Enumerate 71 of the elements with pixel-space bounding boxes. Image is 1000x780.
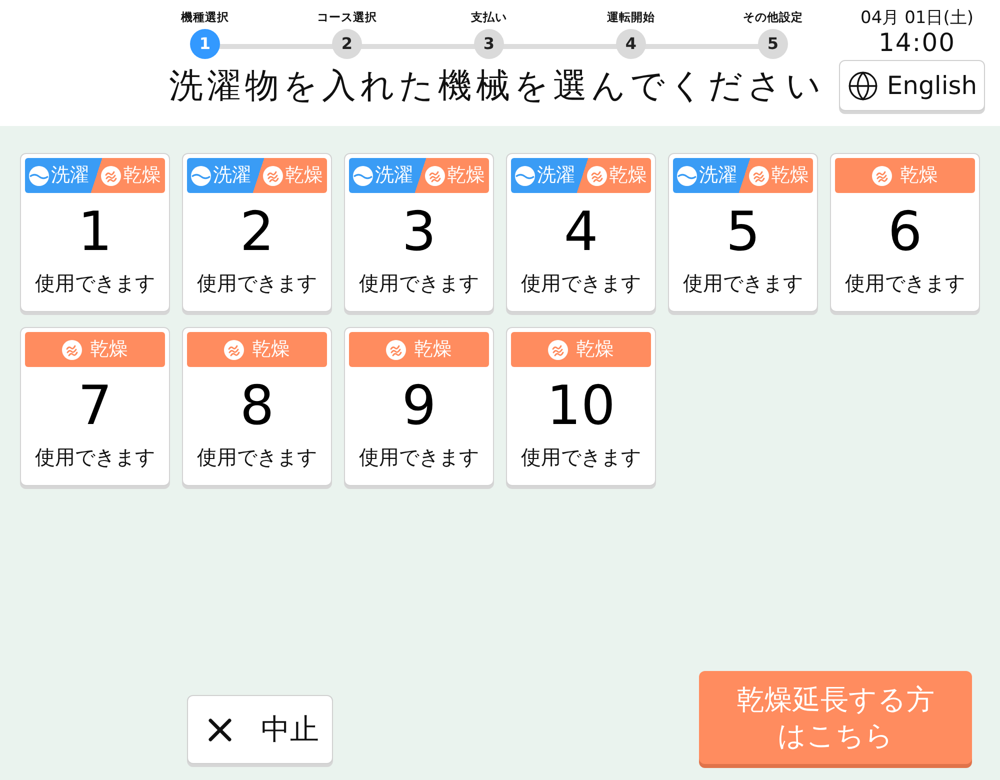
- globe-icon: [846, 70, 879, 102]
- heat-icon: [587, 166, 607, 186]
- wash-label: 洗濯: [375, 166, 413, 185]
- machine-number: 6: [886, 205, 924, 259]
- date-text: 04月 01日(土): [860, 8, 974, 28]
- machine-card[interactable]: 洗濯 乾燥 1 使用できます: [20, 153, 170, 312]
- machine-number: 7: [76, 379, 114, 433]
- heat-icon: [548, 340, 568, 360]
- machine-status: 使用できます: [682, 271, 804, 295]
- machine-card[interactable]: 洗濯 乾燥 3 使用できます: [344, 153, 494, 312]
- machine-card[interactable]: 洗濯 乾燥 5 使用できます: [668, 153, 818, 312]
- machine-card[interactable]: 乾燥 7 使用できます: [20, 327, 170, 486]
- cancel-button[interactable]: 中止: [187, 695, 333, 764]
- machine-number: 2: [238, 205, 276, 259]
- machine-card[interactable]: 洗濯 乾燥 2 使用できます: [182, 153, 332, 312]
- step-label: コース選択: [317, 9, 377, 25]
- dry-label: 乾燥: [447, 166, 485, 185]
- dry-label: 乾燥: [900, 166, 938, 185]
- step-label: その他設定: [743, 9, 803, 25]
- machine-card[interactable]: 乾燥 8 使用できます: [182, 327, 332, 486]
- wash-label: 洗濯: [213, 166, 251, 185]
- dry-label: 乾燥: [252, 340, 290, 359]
- wave-icon: [29, 166, 49, 186]
- heat-icon: [224, 340, 244, 360]
- machine-number: 4: [562, 205, 600, 259]
- machine-card[interactable]: 洗濯 乾燥 4 使用できます: [506, 153, 656, 312]
- dry-label: 乾燥: [576, 340, 614, 359]
- dry-label: 乾燥: [771, 166, 809, 185]
- dry-label: 乾燥: [90, 340, 128, 359]
- dry-label: 乾燥: [414, 340, 452, 359]
- machine-number: 10: [546, 379, 616, 433]
- wave-icon: [515, 166, 535, 186]
- heat-icon: [872, 166, 892, 186]
- wash-label: 洗濯: [537, 166, 575, 185]
- machine-card[interactable]: 乾燥 6 使用できます: [830, 153, 980, 312]
- machine-status: 使用できます: [844, 271, 966, 295]
- machine-number: 3: [400, 205, 438, 259]
- wash-label: 洗濯: [699, 166, 737, 185]
- heat-icon: [749, 166, 769, 186]
- step-label: 支払い: [471, 9, 507, 25]
- machine-status: 使用できます: [520, 271, 642, 295]
- dry-label: 乾燥: [609, 166, 647, 185]
- step-label: 運転開始: [607, 9, 655, 25]
- wave-icon: [677, 166, 697, 186]
- machine-status: 使用できます: [358, 445, 480, 469]
- machine-status: 使用できます: [34, 271, 156, 295]
- machine-number: 9: [400, 379, 438, 433]
- wave-icon: [353, 166, 373, 186]
- machine-status: 使用できます: [520, 445, 642, 469]
- machine-card[interactable]: 乾燥 9 使用できます: [344, 327, 494, 486]
- machine-status: 使用できます: [196, 271, 318, 295]
- page-title: 洗濯物を入れた機械を選んでください: [169, 64, 825, 108]
- step-label: 機種選択: [181, 9, 229, 25]
- dry-label: 乾燥: [123, 166, 161, 185]
- machine-status: 使用できます: [34, 445, 156, 469]
- time-text: 14:00: [878, 28, 956, 58]
- machine-number: 1: [76, 205, 114, 259]
- english-button[interactable]: English: [839, 60, 985, 111]
- heat-icon: [101, 166, 121, 186]
- wave-icon: [191, 166, 211, 186]
- machine-number: 5: [724, 205, 762, 259]
- heat-icon: [425, 166, 445, 186]
- machine-status: 使用できます: [358, 271, 480, 295]
- dry-label: 乾燥: [285, 166, 323, 185]
- heat-icon: [263, 166, 283, 186]
- machine-number: 8: [238, 379, 276, 433]
- heat-icon: [386, 340, 406, 360]
- machine-status: 使用できます: [196, 445, 318, 469]
- wash-label: 洗濯: [51, 166, 89, 185]
- machine-card[interactable]: 乾燥 10 使用できます: [506, 327, 656, 486]
- heat-icon: [62, 340, 82, 360]
